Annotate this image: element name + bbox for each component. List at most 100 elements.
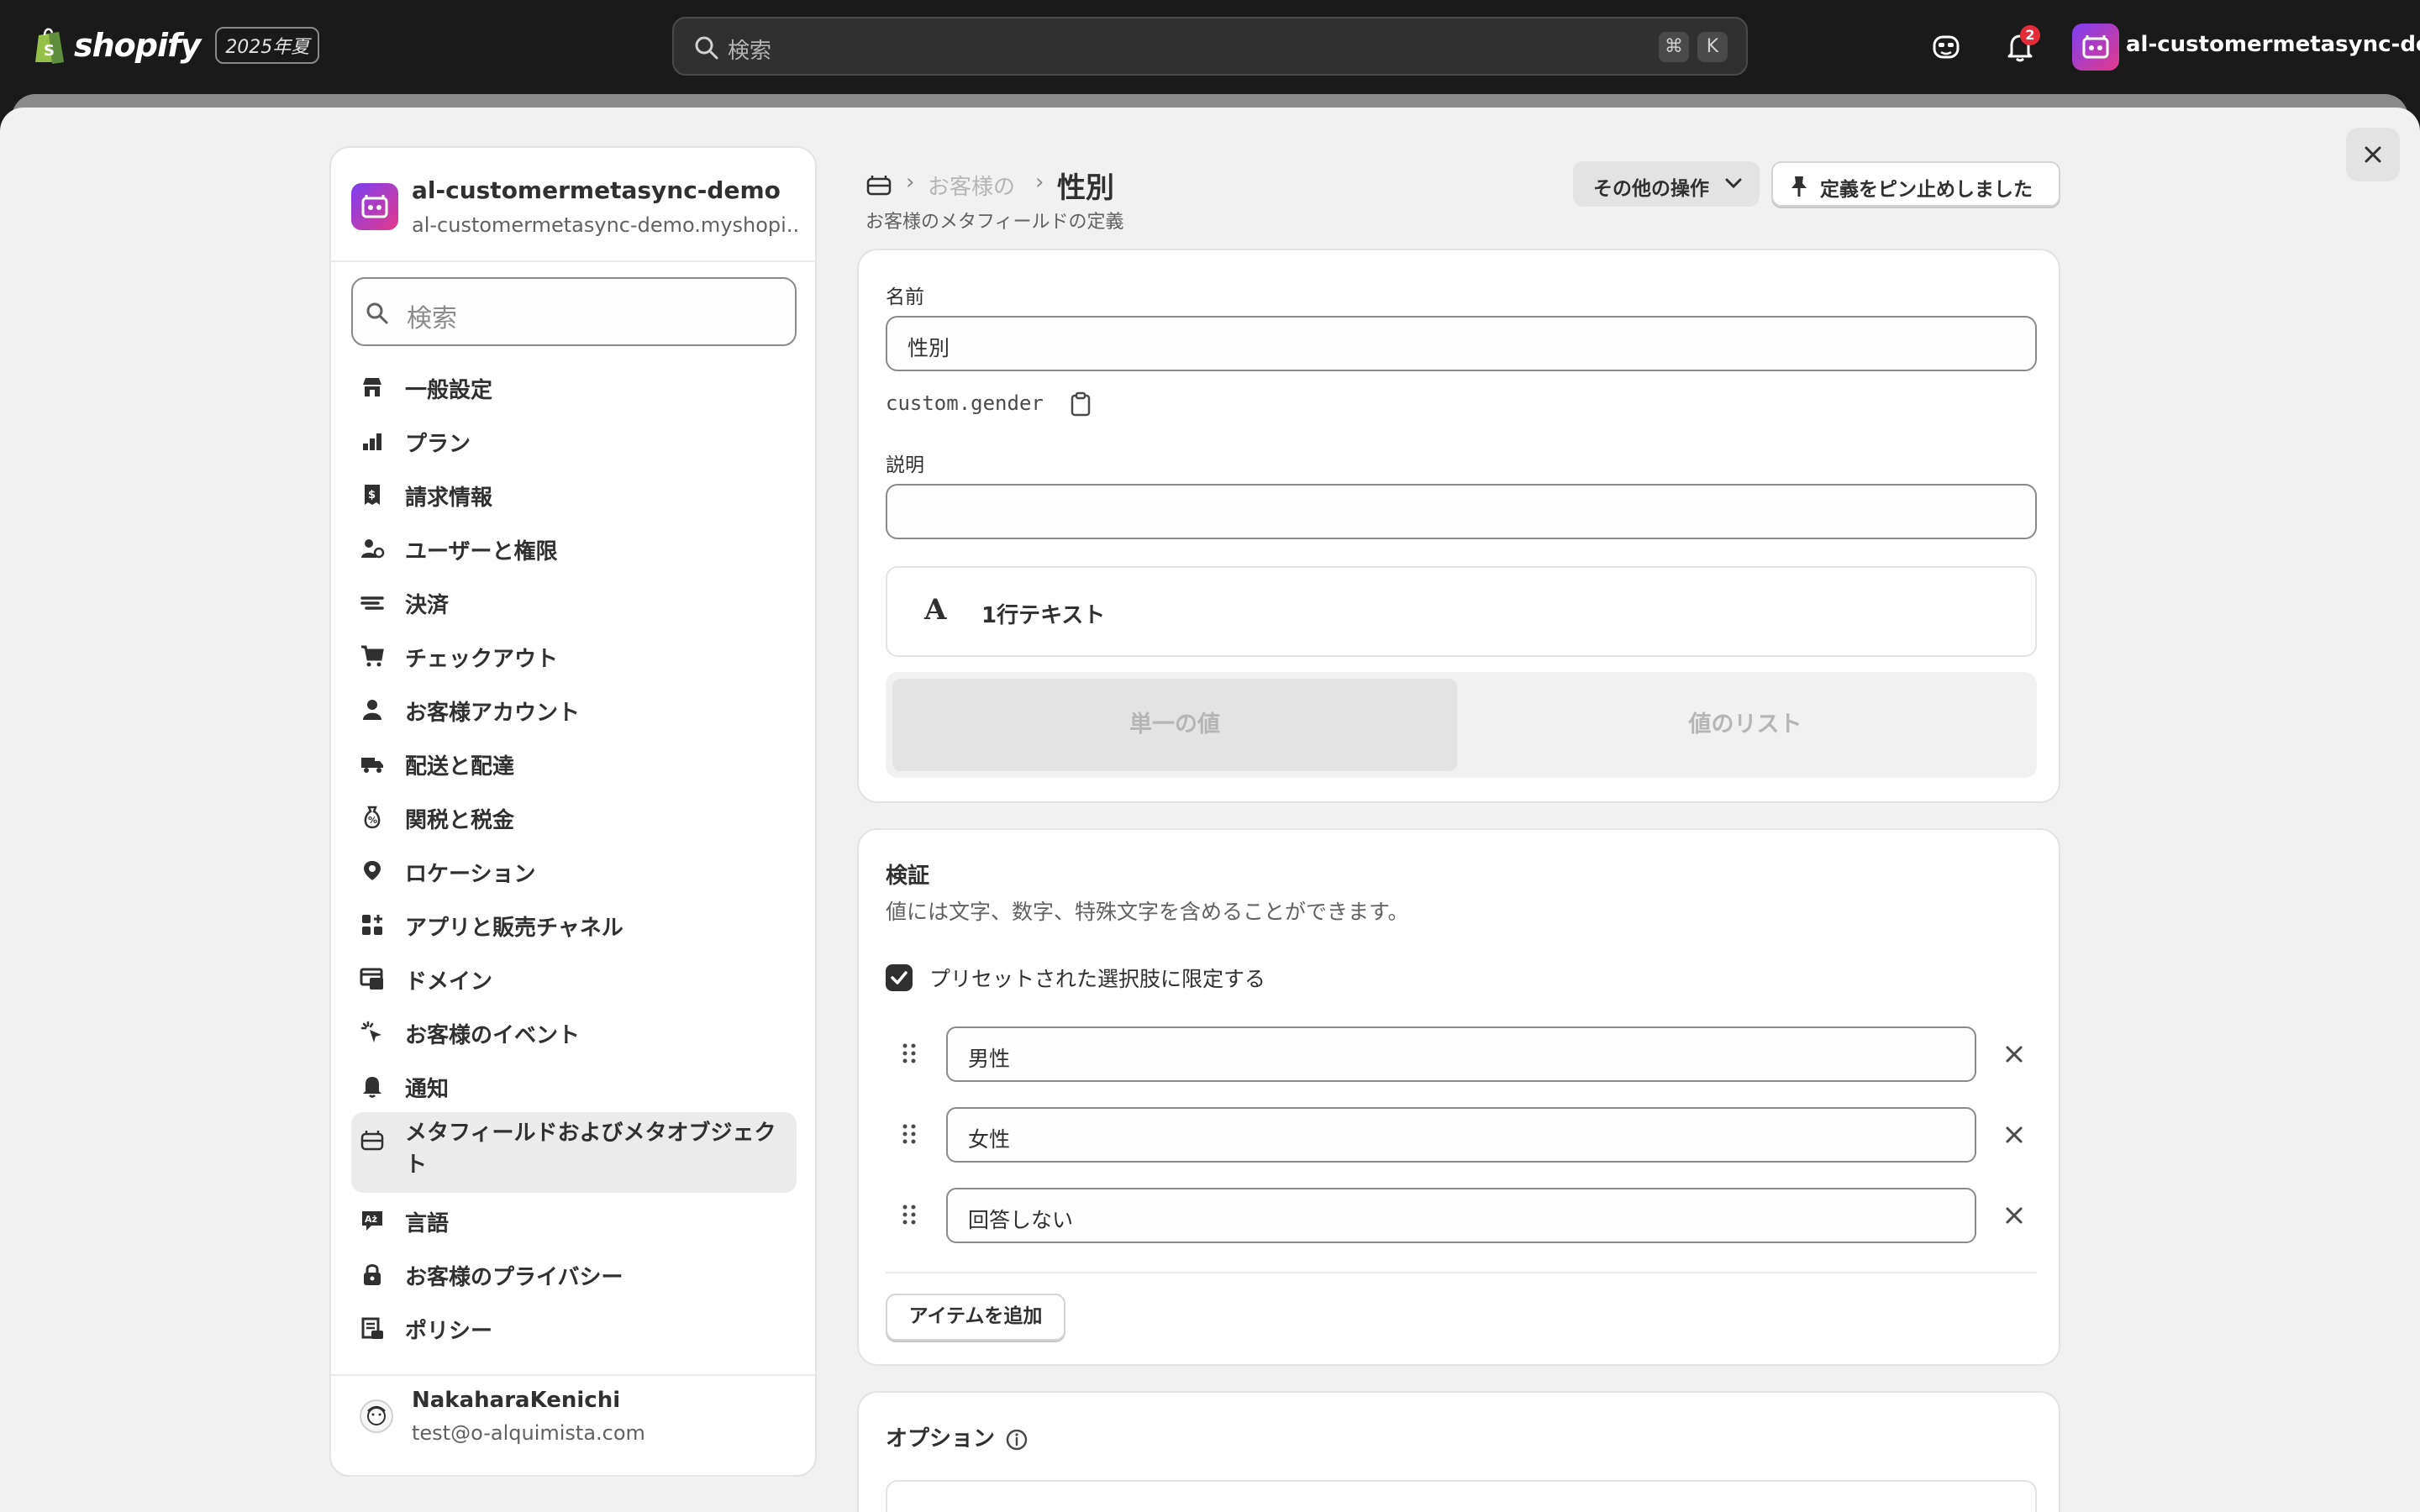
checkmark-icon	[891, 971, 908, 984]
store-name: al-customermetasync-demo	[412, 176, 781, 204]
sidebar-item-label: ポリシー	[405, 1319, 493, 1344]
single-value-option[interactable]: 単一の値	[892, 679, 1457, 771]
sidebar-item-locations[interactable]: ロケーション	[351, 843, 797, 897]
sidebar-item-languages[interactable]: Aż 言語	[351, 1193, 797, 1247]
choice-value: 回答しない	[968, 1208, 1074, 1232]
remove-choice-icon[interactable]	[2002, 1203, 2027, 1228]
sidebar-item-plan[interactable]: プラン	[351, 413, 797, 467]
sidebar-item-label: 配送と配達	[405, 754, 515, 780]
description-field[interactable]	[886, 484, 2037, 539]
copy-icon[interactable]	[1069, 391, 1092, 417]
choice-field[interactable]: 女性	[946, 1107, 1976, 1163]
validation-title: 検証	[886, 864, 930, 889]
person-icon	[363, 700, 381, 720]
sidebar-item-label: 通知	[405, 1077, 450, 1102]
definition-card: 名前 性別 custom.gender 説明 A 1行テキスト 単一の値 値のリ…	[857, 249, 2060, 803]
value-mode-toggle: 単一の値 値のリスト	[886, 672, 2037, 778]
sidebar-item-label: ロケーション	[405, 862, 536, 887]
svg-text:%: %	[368, 815, 377, 826]
user-name: NakaharaKenichi	[412, 1388, 621, 1413]
sidekick-icon[interactable]	[1929, 30, 1963, 64]
domain-icon	[360, 968, 383, 990]
more-actions-button[interactable]: その他の操作	[1573, 161, 1760, 207]
lock-icon	[364, 1264, 381, 1285]
sidebar-item-notifications[interactable]: 通知	[351, 1058, 797, 1112]
divider	[331, 1374, 815, 1376]
name-label: 名前	[886, 286, 924, 308]
validation-help: 値には文字、数字、特殊文字を含めることができます。	[886, 900, 1409, 924]
payments-icon	[360, 596, 384, 610]
tax-icon: %	[364, 806, 381, 829]
breadcrumb-separator: ›	[1035, 170, 1044, 195]
store-logo-icon	[2082, 35, 2109, 59]
sidebar-item-customer-accounts[interactable]: お客様アカウント	[351, 682, 797, 736]
sidebar-item-label: 一般設定	[405, 378, 493, 403]
options-panel	[886, 1480, 2037, 1512]
sidebar-item-customer-events[interactable]: お客様のイベント	[351, 1005, 797, 1058]
global-search-input[interactable]: 検索 ⌘ K	[672, 17, 1748, 76]
store-avatar[interactable]	[2072, 24, 2119, 71]
sidebar-item-billing[interactable]: $ 請求情報	[351, 467, 797, 521]
sidebar-item-privacy[interactable]: お客様のプライバシー	[351, 1247, 797, 1300]
drag-handle-icon[interactable]	[901, 1203, 918, 1226]
type-selector[interactable]: A 1行テキスト	[886, 566, 2037, 657]
validation-card: 検証 値には文字、数字、特殊文字を含めることができます。 プリセットされた選択肢…	[857, 828, 2060, 1366]
namespace-key: custom.gender	[886, 391, 1044, 415]
bell-icon	[363, 1077, 381, 1098]
store-menu-button[interactable]: al-customermetasync-de...	[2126, 32, 2420, 57]
choice-field[interactable]: 男性	[946, 1026, 1976, 1082]
chevron-down-icon	[1725, 178, 1742, 189]
policy-icon	[361, 1317, 383, 1339]
sidebar-item-label: 言語	[405, 1211, 450, 1236]
breadcrumb[interactable]: お客様の	[928, 170, 1015, 201]
limit-choices-label: プリセットされた選択肢に限定する	[929, 967, 1266, 991]
info-icon[interactable]	[1003, 1426, 1030, 1453]
drag-handle-icon[interactable]	[901, 1122, 918, 1146]
plan-icon	[363, 433, 381, 450]
settings-sidebar: al-customermetasync-demo al-customermeta…	[329, 146, 817, 1477]
choice-value: 女性	[968, 1127, 1011, 1152]
shopify-logo[interactable]: S shopify 2025年夏	[34, 25, 320, 66]
drag-handle-icon[interactable]	[901, 1042, 918, 1065]
text-type-icon: A	[924, 593, 947, 627]
options-title: オプション	[886, 1426, 996, 1452]
sidebar-item-policies[interactable]: ポリシー	[351, 1300, 797, 1354]
choice-field[interactable]: 回答しない	[946, 1188, 1976, 1243]
sidebar-item-label: プラン	[405, 432, 471, 457]
sidebar-item-general[interactable]: 一般設定	[351, 360, 797, 413]
edition-badge[interactable]: 2025年夏	[215, 27, 320, 64]
options-card: オプション	[857, 1391, 2060, 1512]
remove-choice-icon[interactable]	[2002, 1042, 2027, 1067]
sidebar-item-shipping[interactable]: 配送と配達	[351, 736, 797, 790]
language-icon: Aż	[362, 1211, 382, 1231]
sidebar-item-users[interactable]: ユーザーと権限	[351, 521, 797, 575]
limit-choices-checkbox[interactable]	[886, 964, 913, 991]
close-button[interactable]	[2346, 128, 2400, 181]
name-field[interactable]: 性別	[886, 316, 2037, 371]
sidebar-item-label: 関税と税金	[405, 808, 515, 833]
sidebar-item-payments[interactable]: 決済	[351, 575, 797, 628]
store-header[interactable]: al-customermetasync-demo al-customermeta…	[351, 176, 798, 244]
sidebar-item-domains[interactable]: ドメイン	[351, 951, 797, 1005]
shortcut-k-key: K	[1697, 32, 1728, 62]
sidebar-item-apps[interactable]: アプリと販売チャネル	[351, 897, 797, 951]
sidebar-item-taxes[interactable]: % 関税と税金	[351, 790, 797, 843]
billing-icon: $	[365, 485, 380, 505]
sidebar-item-metafields[interactable]: メタフィールドおよびメタオブジェクト	[351, 1112, 797, 1193]
truck-icon	[361, 758, 383, 773]
page-title: 性別	[1057, 171, 1114, 205]
pin-definition-button[interactable]: 定義をピン止めしました	[1771, 161, 2060, 207]
metafields-breadcrumb-icon[interactable]	[865, 173, 892, 197]
sidebar-item-checkout[interactable]: チェックアウト	[351, 628, 797, 682]
store-avatar-small	[351, 183, 398, 230]
type-label: 1行テキスト	[981, 603, 1106, 628]
sidebar-item-label: 請求情報	[405, 486, 493, 511]
settings-search-input[interactable]: 検索	[351, 277, 797, 346]
location-icon	[364, 861, 381, 880]
list-value-option[interactable]: 値のリスト	[1460, 679, 2030, 771]
add-item-button[interactable]: アイテムを追加	[886, 1294, 1065, 1341]
remove-choice-icon[interactable]	[2002, 1122, 2027, 1147]
pin-icon	[1791, 176, 1807, 197]
svg-text:$: $	[368, 489, 376, 501]
metafields-icon	[360, 1131, 384, 1151]
